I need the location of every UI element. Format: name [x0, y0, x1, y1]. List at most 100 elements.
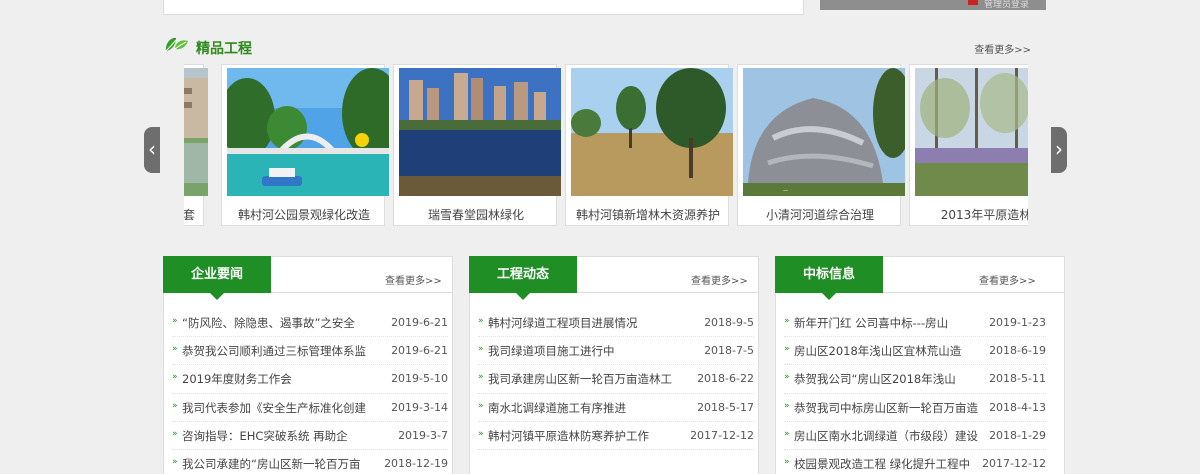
panel-tab-title[interactable]: 中标信息 [775, 256, 883, 300]
news-list: » 新年开门红 公司喜中标---房山 2019-1-23 » 房山区2018年浅山区宜… [784, 309, 1046, 474]
list-item[interactable]: » 南水北调绿道施工有序推进 2018-5-17 [478, 394, 754, 422]
project-card[interactable]: 配套 [184, 64, 208, 226]
project-caption: 韩村河公园景观绿化改造 [237, 208, 370, 222]
list-item[interactable]: » 2019年度财务工作会 2019-5-10 [172, 365, 448, 394]
project-photo [571, 68, 733, 196]
news-title[interactable]: 我公司承建的“房山区新一轮百万亩 [182, 456, 374, 472]
news-title[interactable]: “防风险、除隐患、遏事故”之安全 [182, 315, 374, 331]
bullet-icon: » [784, 372, 790, 383]
news-title[interactable]: 我司承建房山区新一轮百万亩造林工 [488, 371, 680, 387]
project-photo [399, 68, 561, 196]
list-item[interactable]: » 校园景观改造工程 绿化提升工程中 2017-12-12 [784, 450, 1046, 474]
news-title[interactable]: 恭贺我公司顺利通过三标管理体系监 [182, 343, 374, 359]
news-title[interactable]: 南水北调绿道施工有序推进 [488, 400, 680, 416]
news-date: 2017-12-12 [690, 428, 754, 442]
list-item[interactable]: » 房山区2018年浅山区宜林荒山造 2018-6-19 [784, 337, 1046, 366]
panel-divider [577, 292, 758, 293]
panel-more-link[interactable]: 查看更多>> [979, 272, 1036, 287]
carousel-next-button[interactable]: › [1051, 127, 1067, 173]
showcase-more-link[interactable]: 查看更多>> [974, 41, 1031, 56]
top-right-banner[interactable]: 管理员登录 [820, 0, 1046, 10]
list-item[interactable]: » “防风险、除隐患、遏事故”之安全 2019-6-21 [172, 309, 448, 338]
list-item[interactable]: » 恭贺我司中标房山区新一轮百万亩造 2018-4-13 [784, 394, 1046, 422]
bullet-icon: » [478, 316, 484, 326]
news-date: 2019-6-21 [391, 316, 448, 329]
news-title[interactable]: 韩村河镇平原造林防寒养护工作 [488, 428, 680, 444]
news-title[interactable]: 我司绿道项目施工进行中 [488, 343, 680, 359]
panel-tab-title[interactable]: 企业要闻 [163, 256, 271, 300]
news-date: 2019-1-23 [989, 316, 1046, 329]
news-date: 2018-9-5 [704, 316, 754, 329]
bullet-icon: » [478, 400, 484, 411]
bullet-icon: » [478, 372, 484, 383]
panel-bid-info: 中标信息 查看更多>> » 新年开门红 公司喜中标---房山 2019-1-23 »… [775, 256, 1065, 474]
svg-text:—: — [783, 188, 788, 194]
panel-tab-title[interactable]: 工程动态 [469, 256, 577, 300]
showcase-title: 精品工程 [196, 41, 252, 57]
list-item[interactable]: » 新年开门红 公司喜中标---房山 2019-1-23 [784, 309, 1046, 338]
top-content-box [163, 0, 804, 15]
news-date: 2019-6-21 [391, 344, 448, 358]
bullet-icon: » [172, 400, 178, 411]
bullet-icon: » [172, 344, 178, 355]
news-title[interactable]: 我司代表参加《安全生产标准化创建 [182, 400, 374, 416]
news-date: 2018-6-19 [989, 344, 1046, 358]
news-title[interactable]: 房山区2018年浅山区宜林荒山造 [794, 343, 982, 359]
news-title[interactable]: 房山区南水北调绿道（市级段）建设 [794, 428, 982, 444]
panel-project-updates: 工程动态 查看更多>> » 韩村河绿道工程项目进展情况 2018-9-5 » 我司绿道… [469, 256, 759, 474]
project-card[interactable]: 瑞雪春堂园林绿化 [393, 64, 561, 226]
list-item[interactable]: » 我司代表参加《安全生产标准化创建 2019-3-14 [172, 394, 448, 422]
project-photo [184, 68, 208, 196]
bullet-icon: » [478, 344, 484, 355]
project-carousel: 配套 韩村河公园景观绿化改造 [184, 64, 1028, 227]
news-title[interactable]: 2019年度财务工作会 [182, 371, 374, 387]
news-list: » 韩村河绿道工程项目进展情况 2018-9-5 » 我司绿道项目施工进行中 2018-… [478, 309, 754, 450]
news-date: 2017-12-12 [982, 456, 1046, 470]
list-item[interactable]: » 咨询指导：EHC突破系统 再助企 2019-3-7 [172, 422, 448, 450]
news-date: 2018-12-19 [384, 456, 448, 470]
list-item[interactable]: » 恭贺我公司顺利通过三标管理体系监 2019-6-21 [172, 337, 448, 366]
news-date: 2018-1-29 [989, 428, 1046, 442]
news-date: 2019-3-14 [391, 400, 448, 414]
bullet-icon: » [784, 316, 790, 326]
showcase-header: 精品工程 查看更多>> [163, 35, 1031, 57]
project-photo: — [743, 68, 905, 196]
list-item[interactable]: » 我司绿道项目施工进行中 2018-7-5 [478, 337, 754, 366]
news-date: 2019-5-10 [391, 372, 448, 386]
list-item[interactable]: » 我司承建房山区新一轮百万亩造林工 2018-6-22 [478, 365, 754, 394]
project-card[interactable]: 2013年平原造林养 [909, 64, 1028, 226]
news-title[interactable]: 恭贺我公司“房山区2018年浅山 [794, 371, 982, 387]
news-title[interactable]: 恭贺我司中标房山区新一轮百万亩造 [794, 400, 982, 416]
top-right-text: 管理员登录 [984, 0, 1030, 10]
project-card[interactable]: — 小清河河道综合治理 [737, 64, 905, 226]
panel-more-link[interactable]: 查看更多>> [691, 272, 748, 287]
list-item[interactable]: » 韩村河镇平原造林防寒养护工作 2017-12-12 [478, 422, 754, 450]
news-title[interactable]: 新年开门红 公司喜中标---房山 [794, 315, 982, 331]
panel-more-link[interactable]: 查看更多>> [385, 272, 442, 287]
project-card[interactable]: 韩村河镇新增林木资源养护 [565, 64, 733, 226]
news-title[interactable]: 咨询指导：EHC突破系统 再助企 [182, 428, 374, 444]
panel-divider [271, 292, 452, 293]
news-title[interactable]: 校园景观改造工程 绿化提升工程中 [794, 456, 982, 472]
bullet-icon: » [478, 428, 484, 439]
list-item[interactable]: » 房山区南水北调绿道（市级段）建设 2018-1-29 [784, 422, 1046, 450]
bullet-icon: » [784, 344, 790, 355]
news-title[interactable]: 韩村河绿道工程项目进展情况 [488, 315, 680, 331]
carousel-prev-button[interactable]: ‹ [144, 127, 160, 173]
project-card[interactable]: 韩村河公园景观绿化改造 [221, 64, 389, 226]
news-date: 2018-5-17 [697, 400, 754, 414]
list-item[interactable]: » 韩村河绿道工程项目进展情况 2018-9-5 [478, 309, 754, 338]
bullet-icon: » [172, 428, 178, 439]
leaf-icon [165, 37, 188, 52]
news-date: 2018-6-22 [697, 372, 754, 386]
project-caption: 韩村河镇新增林木资源养护 [575, 208, 720, 222]
bullet-icon: » [172, 456, 178, 467]
list-item[interactable]: » 我公司承建的“房山区新一轮百万亩 2018-12-19 [172, 450, 448, 474]
news-date: 2018-7-5 [704, 344, 754, 358]
bullet-icon: » [784, 456, 790, 467]
list-item[interactable]: » 恭贺我公司“房山区2018年浅山 2018-5-11 [784, 365, 1046, 394]
bullet-icon: » [172, 316, 178, 326]
project-photo [915, 68, 1028, 196]
project-caption: 瑞雪春堂园林绿化 [427, 208, 524, 222]
flag-icon [968, 0, 978, 5]
